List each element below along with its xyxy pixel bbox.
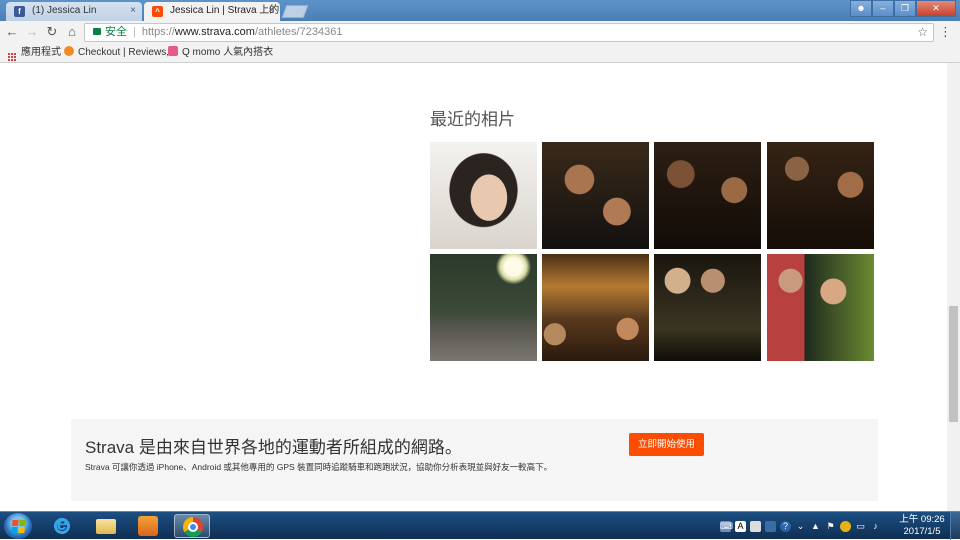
language-bar-icon[interactable]: ⌨ bbox=[720, 520, 733, 532]
signup-banner: Strava 是由來自世界各地的運動者所組成的網路。 Strava 可讓你透過 … bbox=[71, 419, 878, 501]
lock-icon bbox=[93, 28, 101, 35]
windows-logo-icon bbox=[11, 520, 26, 533]
secure-label: 安全 bbox=[105, 26, 127, 38]
apps-grid-icon bbox=[8, 53, 16, 61]
tab-facebook[interactable]: f (1) Jessica Lin × bbox=[6, 2, 142, 21]
new-tab-button[interactable] bbox=[281, 5, 309, 18]
page-scrollbar[interactable] bbox=[947, 63, 960, 511]
system-tray: ⌨ A ? ⌄ ▲ ⚑ ▭ ♪ bbox=[720, 515, 881, 537]
ime-options-icon[interactable]: ⌄ bbox=[795, 521, 806, 532]
address-bar[interactable]: 安全 | https://www.strava.com/athletes/72343… bbox=[84, 23, 934, 42]
page-content: 最近的相片 Strava 是由來自世界各地的運動者所組成的網路。 Strava … bbox=[0, 63, 947, 511]
banner-title: Strava 是由來自世界各地的運動者所組成的網路。 bbox=[85, 438, 462, 457]
close-window-button[interactable]: ✕ bbox=[916, 0, 956, 17]
ime-settings-icon[interactable] bbox=[765, 520, 776, 532]
bookmark-checkout[interactable]: Checkout | Reviews, bbox=[64, 44, 169, 62]
close-tab-icon[interactable]: × bbox=[268, 2, 274, 20]
menu-icon[interactable]: ⋮ bbox=[939, 24, 952, 40]
taskbar-ie[interactable]: e bbox=[44, 514, 80, 538]
internet-explorer-icon: e bbox=[52, 515, 72, 536]
forward-icon[interactable]: → bbox=[24, 24, 40, 40]
title-bar: f (1) Jessica Lin × ^ Jessica Lin | Stra… bbox=[0, 0, 960, 21]
photo-thumbnail[interactable] bbox=[654, 254, 761, 361]
app-tray-icon[interactable] bbox=[840, 520, 851, 532]
bookmark-momo[interactable]: Q momo 人氣內搭衣 bbox=[168, 44, 273, 62]
photo-thumbnail[interactable] bbox=[767, 142, 874, 249]
url-scheme: https:// bbox=[141, 26, 175, 38]
chrome-icon bbox=[183, 517, 203, 537]
photo-thumbnail[interactable] bbox=[654, 142, 761, 249]
system-clock[interactable]: 上午 09:26 2017/1/5 bbox=[898, 514, 946, 538]
show-hidden-icons[interactable]: ▲ bbox=[810, 521, 821, 532]
clock-date: 2017/1/5 bbox=[903, 526, 941, 537]
photo-thumbnail[interactable] bbox=[430, 142, 537, 249]
ime-pad-icon[interactable] bbox=[750, 520, 761, 532]
start-button[interactable] bbox=[4, 513, 32, 539]
input-method-icon[interactable]: A bbox=[735, 520, 746, 532]
browser-toolbar: ← → ↻ ⌂ 安全 | https://www.strava.com/athlet… bbox=[0, 21, 960, 44]
file-explorer-icon bbox=[96, 519, 116, 534]
show-desktop-button[interactable] bbox=[950, 512, 960, 540]
home-icon[interactable]: ⌂ bbox=[64, 24, 80, 40]
scrollbar-thumb[interactable] bbox=[949, 306, 958, 422]
tab-strava[interactable]: ^ Jessica Lin | Strava 上的 × bbox=[144, 2, 280, 21]
banner-subtitle: Strava 可讓你透過 iPhone、Android 或其他專用的 GPS 裝… bbox=[85, 462, 553, 472]
volume-icon[interactable]: ♪ bbox=[870, 521, 881, 532]
taskbar-chrome[interactable] bbox=[174, 514, 210, 538]
facebook-icon: f bbox=[14, 6, 25, 17]
checkout-icon bbox=[64, 46, 74, 56]
user-icon[interactable]: ☻ bbox=[850, 0, 872, 17]
taskbar-explorer[interactable] bbox=[88, 514, 124, 538]
action-center-flag-icon[interactable]: ⚑ bbox=[825, 521, 836, 532]
media-player-icon bbox=[138, 516, 158, 536]
photo-thumbnail[interactable] bbox=[430, 254, 537, 361]
taskbar-media-player[interactable] bbox=[130, 514, 166, 538]
get-started-button[interactable]: 立即開始使用 bbox=[629, 433, 704, 456]
clock-time: 上午 09:26 bbox=[899, 514, 945, 525]
network-icon[interactable]: ▭ bbox=[855, 521, 866, 532]
window-controls: ☻ – ❐ ✕ bbox=[850, 0, 956, 18]
photo-thumbnail[interactable] bbox=[767, 254, 874, 361]
tab-title: Jessica Lin | Strava 上的 bbox=[170, 5, 280, 16]
bookmarks-bar: 應用程式 Checkout | Reviews, Q momo 人氣內搭衣 bbox=[0, 44, 960, 63]
bookmark-apps[interactable]: 應用程式 bbox=[8, 44, 61, 62]
tab-title: (1) Jessica Lin bbox=[32, 5, 97, 16]
close-tab-icon[interactable]: × bbox=[130, 2, 136, 20]
taskbar: e ⌨ A ? ⌄ ▲ ⚑ ▭ ♪ 上午 09:26 2017/1/5 bbox=[0, 511, 960, 540]
minimize-button[interactable]: – bbox=[872, 0, 894, 17]
bookmark-star-icon[interactable]: ☆ bbox=[917, 24, 928, 41]
reload-icon[interactable]: ↻ bbox=[44, 24, 60, 40]
momo-icon bbox=[168, 46, 178, 56]
photo-thumbnail[interactable] bbox=[542, 142, 649, 249]
url-path: /athletes/7234361 bbox=[254, 26, 343, 38]
back-icon[interactable]: ← bbox=[4, 24, 20, 40]
help-icon[interactable]: ? bbox=[780, 520, 791, 532]
url-host: www.strava.com bbox=[174, 26, 255, 38]
photo-thumbnail[interactable] bbox=[542, 254, 649, 361]
strava-icon: ^ bbox=[152, 6, 163, 17]
recent-photos-heading: 最近的相片 bbox=[430, 110, 515, 129]
maximize-button[interactable]: ❐ bbox=[894, 0, 916, 17]
